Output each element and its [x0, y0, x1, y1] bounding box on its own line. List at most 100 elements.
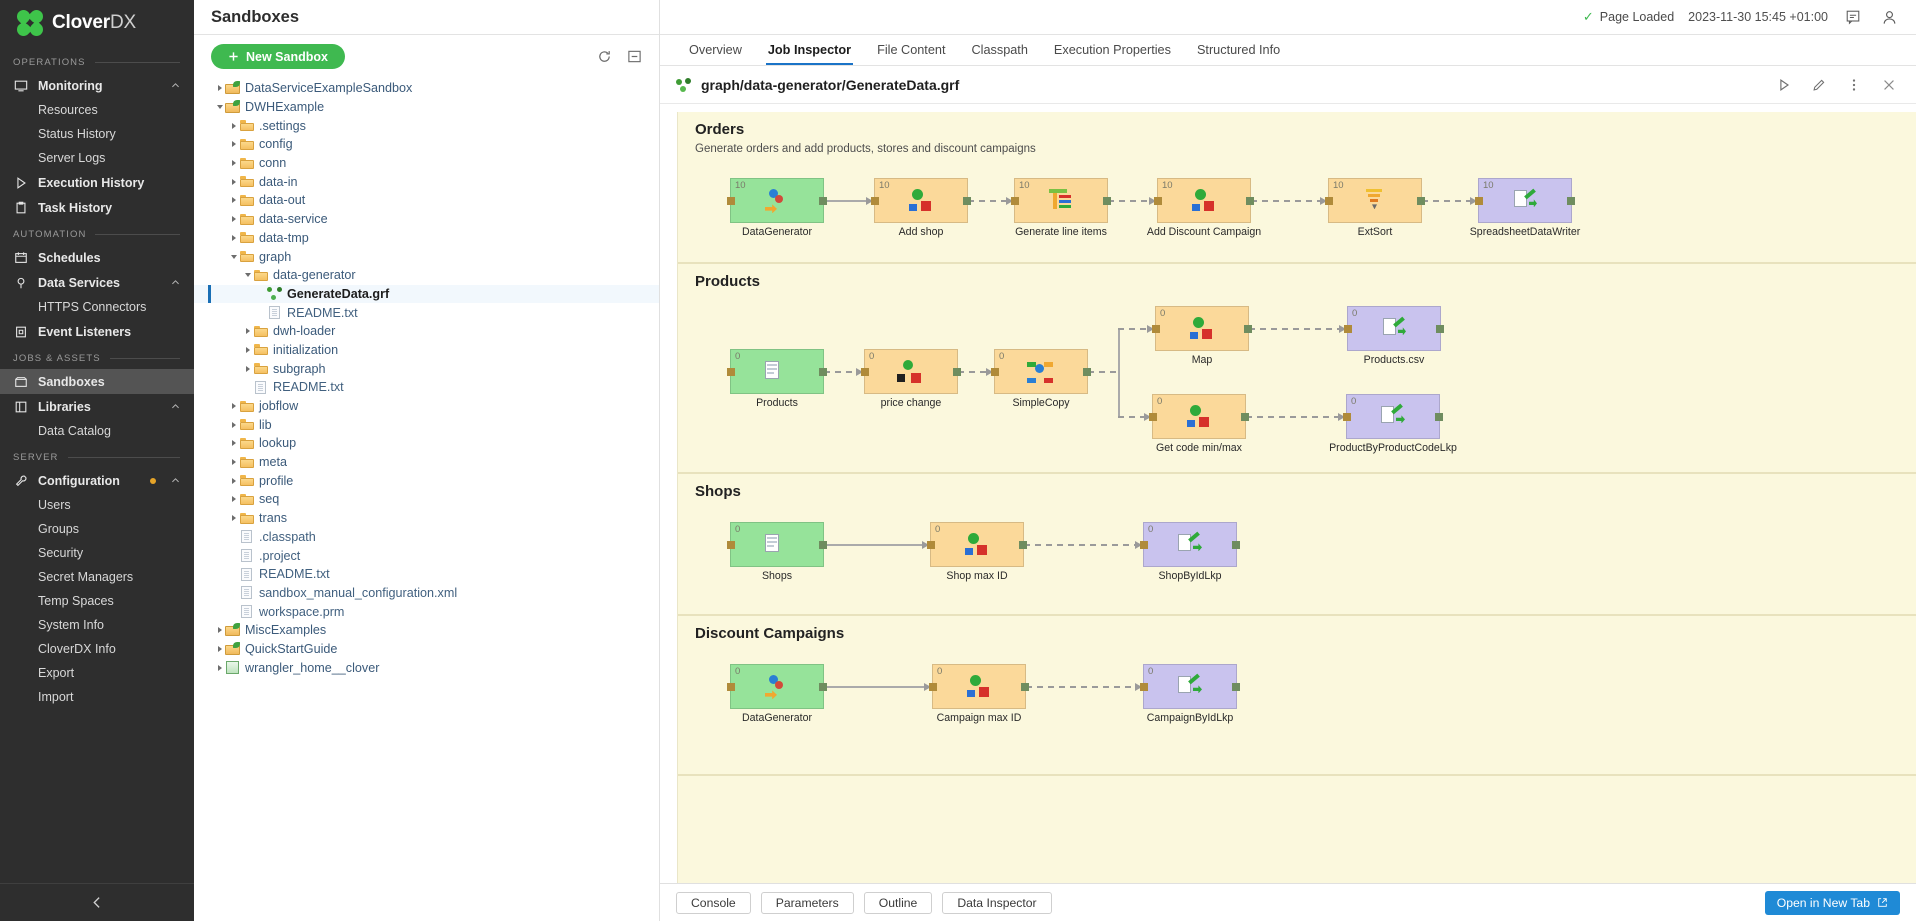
graph-node[interactable]: 0Map: [1155, 306, 1249, 351]
tree-expand-arrow[interactable]: [228, 513, 239, 524]
tree-expand-arrow[interactable]: [228, 457, 239, 468]
sidebar-subitem-https-connectors[interactable]: HTTPS Connectors: [0, 295, 194, 319]
tree-expand-arrow[interactable]: [228, 176, 239, 187]
tree-row[interactable]: meta: [194, 453, 659, 472]
sidebar-subitem-users[interactable]: Users: [0, 493, 194, 517]
sidebar-item-execution-history[interactable]: Execution History: [0, 170, 194, 195]
graph-node[interactable]: 0SimpleCopy: [994, 349, 1088, 394]
tree-row[interactable]: graph: [194, 247, 659, 266]
graph-node[interactable]: 10DataGenerator: [730, 178, 824, 223]
tree-expand-arrow[interactable]: [242, 363, 253, 374]
sidebar-subitem-groups[interactable]: Groups: [0, 517, 194, 541]
tree-row[interactable]: jobflow: [194, 397, 659, 416]
app-logo[interactable]: CloverDX: [0, 0, 194, 46]
tree-row[interactable]: .classpath: [194, 528, 659, 547]
node-input-port[interactable]: [1154, 197, 1162, 205]
graph-node[interactable]: 10SpreadsheetDataWriter: [1478, 178, 1572, 223]
tree-row[interactable]: QuickStartGuide: [194, 640, 659, 659]
bottom-tab-data-inspector[interactable]: Data Inspector: [942, 892, 1051, 914]
sidebar-subitem-export[interactable]: Export: [0, 661, 194, 685]
open-in-new-tab-button[interactable]: Open in New Tab: [1765, 891, 1900, 915]
nav-collapse-button[interactable]: [0, 883, 194, 921]
sidebar-subitem-temp-spaces[interactable]: Temp Spaces: [0, 589, 194, 613]
sidebar-item-libraries[interactable]: Libraries: [0, 394, 194, 419]
run-button[interactable]: [1771, 72, 1797, 98]
node-input-port[interactable]: [1149, 413, 1157, 421]
tree-row[interactable]: subgraph: [194, 359, 659, 378]
node-input-port[interactable]: [727, 197, 735, 205]
tree-row[interactable]: GenerateData.grf: [194, 285, 659, 304]
graph-canvas[interactable]: OrdersGenerate orders and add products, …: [677, 112, 1916, 883]
graph-node[interactable]: 10Generate line items: [1014, 178, 1108, 223]
node-output-port[interactable]: [1019, 541, 1027, 549]
tree-row[interactable]: lib: [194, 415, 659, 434]
graph-node[interactable]: 0Shop max ID: [930, 522, 1024, 567]
file-tree[interactable]: DataServiceExampleSandboxDWHExample.sett…: [194, 77, 659, 921]
graph-node[interactable]: 10ExtSort: [1328, 178, 1422, 223]
node-output-port[interactable]: [819, 541, 827, 549]
bottom-tab-console[interactable]: Console: [676, 892, 751, 914]
tree-expand-arrow[interactable]: [228, 401, 239, 412]
node-output-port[interactable]: [1232, 541, 1240, 549]
tree-expand-arrow[interactable]: [242, 326, 253, 337]
sidebar-item-configuration[interactable]: Configuration: [0, 468, 194, 493]
sidebar-subitem-system-info[interactable]: System Info: [0, 613, 194, 637]
node-input-port[interactable]: [1011, 197, 1019, 205]
refresh-button[interactable]: [593, 46, 615, 68]
tab-bar[interactable]: OverviewJob InspectorFile ContentClasspa…: [660, 34, 1916, 66]
sidebar-subitem-import[interactable]: Import: [0, 685, 194, 709]
notes-button[interactable]: [1842, 6, 1864, 28]
tree-expand-arrow[interactable]: [214, 662, 225, 673]
node-output-port[interactable]: [963, 197, 971, 205]
node-input-port[interactable]: [1140, 683, 1148, 691]
tree-row[interactable]: sandbox_manual_configuration.xml: [194, 584, 659, 603]
tree-row[interactable]: data-in: [194, 172, 659, 191]
tree-expand-arrow[interactable]: [228, 120, 239, 131]
more-button[interactable]: [1841, 72, 1867, 98]
bottom-tab-outline[interactable]: Outline: [864, 892, 933, 914]
tree-row[interactable]: README.txt: [194, 303, 659, 322]
node-input-port[interactable]: [1140, 541, 1148, 549]
node-input-port[interactable]: [871, 197, 879, 205]
tree-collapse-arrow[interactable]: [228, 251, 239, 262]
tree-row[interactable]: trans: [194, 509, 659, 528]
tree-expand-arrow[interactable]: [242, 344, 253, 355]
node-input-port[interactable]: [1344, 325, 1352, 333]
node-input-port[interactable]: [727, 541, 735, 549]
sidebar-item-monitoring[interactable]: Monitoring: [0, 73, 194, 98]
graph-node[interactable]: 0CampaignByIdLkp: [1143, 664, 1237, 709]
sidebar-subitem-cloverdx-info[interactable]: CloverDX Info: [0, 637, 194, 661]
tree-row[interactable]: initialization: [194, 341, 659, 360]
node-input-port[interactable]: [927, 541, 935, 549]
tab-job-inspector[interactable]: Job Inspector: [755, 35, 864, 65]
node-input-port[interactable]: [991, 368, 999, 376]
collapse-all-button[interactable]: [623, 46, 645, 68]
sidebar-subitem-status-history[interactable]: Status History: [0, 122, 194, 146]
tree-expand-arrow[interactable]: [214, 83, 225, 94]
node-input-port[interactable]: [727, 683, 735, 691]
tree-row[interactable]: wrangler_home__clover: [194, 658, 659, 677]
tree-expand-arrow[interactable]: [214, 625, 225, 636]
tab-execution-properties[interactable]: Execution Properties: [1041, 35, 1184, 65]
tree-expand-arrow[interactable]: [228, 419, 239, 430]
sidebar-item-event-listeners[interactable]: Event Listeners: [0, 319, 194, 344]
tree-collapse-arrow[interactable]: [214, 102, 225, 113]
sidebar-subitem-server-logs[interactable]: Server Logs: [0, 146, 194, 170]
graph-node[interactable]: 0DataGenerator: [730, 664, 824, 709]
tree-expand-arrow[interactable]: [228, 232, 239, 243]
tree-expand-arrow[interactable]: [228, 494, 239, 505]
node-input-port[interactable]: [727, 368, 735, 376]
tree-row[interactable]: seq: [194, 490, 659, 509]
node-output-port[interactable]: [1241, 413, 1249, 421]
node-output-port[interactable]: [1246, 197, 1254, 205]
new-sandbox-button[interactable]: New Sandbox: [211, 44, 345, 69]
sidebar-item-task-history[interactable]: Task History: [0, 195, 194, 220]
tree-row[interactable]: profile: [194, 471, 659, 490]
tree-expand-arrow[interactable]: [228, 214, 239, 225]
node-output-port[interactable]: [1567, 197, 1575, 205]
tree-row[interactable]: config: [194, 135, 659, 154]
tab-file-content[interactable]: File Content: [864, 35, 958, 65]
tree-row[interactable]: dwh-loader: [194, 322, 659, 341]
graph-node[interactable]: 0ProductByProductCodeLkp: [1346, 394, 1440, 439]
graph-node[interactable]: 0Shops: [730, 522, 824, 567]
